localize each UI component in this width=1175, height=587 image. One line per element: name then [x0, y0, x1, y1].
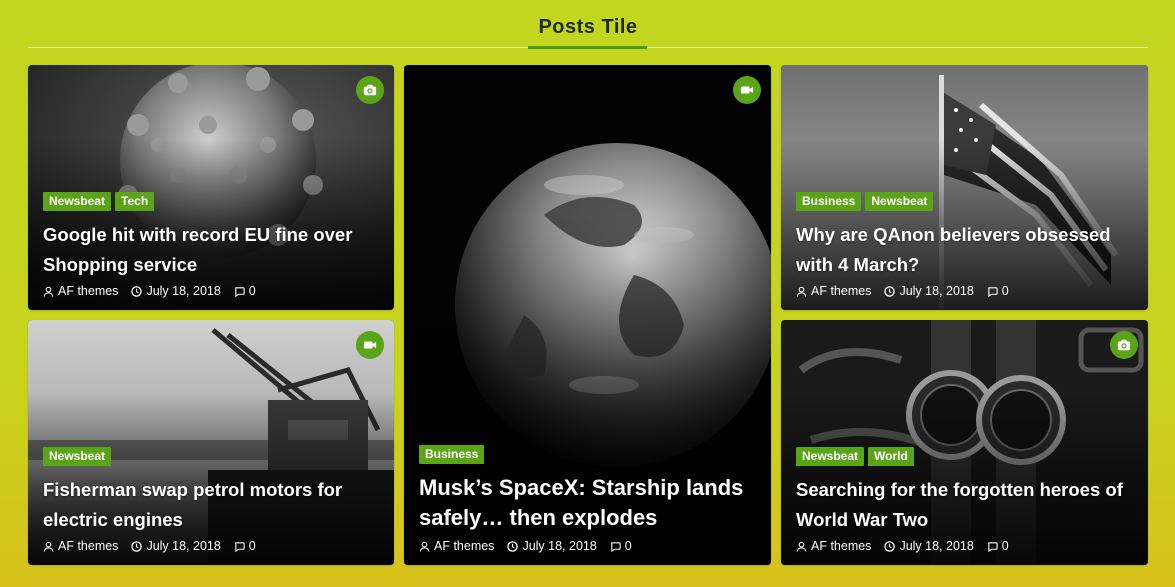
author-name[interactable]: AF themes — [434, 539, 494, 553]
comment-icon — [234, 541, 245, 552]
video-icon[interactable] — [733, 76, 761, 104]
post-author[interactable]: AF themes — [43, 284, 118, 298]
post-title[interactable]: Musk’s SpaceX: Starship lands safely… th… — [419, 473, 756, 533]
post-meta: AF themes July 18, 2018 0 — [419, 539, 756, 553]
post-meta: AF themes July 18, 2018 0 — [796, 284, 1133, 298]
post-meta: AF themes July 18, 2018 0 — [43, 539, 379, 553]
clock-icon — [131, 540, 143, 552]
post-comments[interactable]: 0 — [987, 539, 1009, 553]
post-meta: AF themes July 18, 2018 0 — [43, 284, 379, 298]
post-date: July 18, 2018 — [884, 539, 974, 553]
post-comments[interactable]: 0 — [234, 539, 256, 553]
comment-count: 0 — [248, 539, 256, 553]
comment-icon — [234, 286, 245, 297]
post-comments[interactable]: 0 — [987, 284, 1009, 298]
camera-icon[interactable] — [1110, 331, 1138, 359]
date-text: July 18, 2018 — [146, 539, 221, 553]
post-card-spacex[interactable]: Business Musk’s SpaceX: Starship lands s… — [404, 65, 771, 565]
category-list: Business — [419, 445, 756, 464]
post-card-google-fine[interactable]: Newsbeat Tech Google hit with record EU … — [28, 65, 394, 310]
post-author[interactable]: AF themes — [419, 539, 494, 553]
date-text: July 18, 2018 — [899, 284, 974, 298]
post-info: Business Musk’s SpaceX: Starship lands s… — [419, 445, 756, 553]
author-name[interactable]: AF themes — [58, 539, 118, 553]
video-icon[interactable] — [356, 331, 384, 359]
category-badge[interactable]: Newsbeat — [43, 192, 112, 211]
post-info: Business Newsbeat Why are QAnon believer… — [796, 192, 1133, 298]
date-text: July 18, 2018 — [146, 284, 221, 298]
date-text: July 18, 2018 — [522, 539, 597, 553]
post-card-forgotten-heroes[interactable]: Newsbeat World Searching for the forgott… — [781, 320, 1148, 565]
section-title: Posts Tile — [538, 16, 638, 38]
category-list: Newsbeat World — [796, 447, 1133, 466]
clock-icon — [884, 285, 896, 297]
post-author[interactable]: AF themes — [796, 539, 871, 553]
comment-icon — [987, 286, 998, 297]
category-badge[interactable]: Business — [796, 192, 862, 211]
comment-icon — [987, 541, 998, 552]
post-info: Newsbeat Fisherman swap petrol motors fo… — [43, 447, 379, 553]
category-badge[interactable]: Newsbeat — [43, 447, 112, 466]
user-icon — [796, 541, 807, 552]
post-date: July 18, 2018 — [131, 539, 221, 553]
post-title[interactable]: Searching for the forgotten heroes of Wo… — [796, 475, 1133, 535]
section-header: Posts Tile — [28, 0, 1148, 50]
clock-icon — [507, 540, 519, 552]
comment-icon — [610, 541, 621, 552]
post-title[interactable]: Google hit with record EU fine over Shop… — [43, 220, 379, 280]
section-title-underline — [528, 46, 647, 49]
post-date: July 18, 2018 — [507, 539, 597, 553]
post-date: July 18, 2018 — [884, 284, 974, 298]
category-list: Newsbeat Tech — [43, 192, 379, 211]
author-name[interactable]: AF themes — [58, 284, 118, 298]
user-icon — [43, 541, 54, 552]
user-icon — [43, 286, 54, 297]
clock-icon — [131, 285, 143, 297]
category-list: Newsbeat — [43, 447, 379, 466]
post-info: Newsbeat World Searching for the forgott… — [796, 447, 1133, 553]
post-date: July 18, 2018 — [131, 284, 221, 298]
post-meta: AF themes July 18, 2018 0 — [796, 539, 1133, 553]
author-name[interactable]: AF themes — [811, 284, 871, 298]
category-badge[interactable]: World — [868, 447, 914, 466]
comment-count: 0 — [1001, 539, 1009, 553]
post-title[interactable]: Fisherman swap petrol motors for electri… — [43, 475, 379, 535]
post-author[interactable]: AF themes — [43, 539, 118, 553]
user-icon — [796, 286, 807, 297]
category-badge[interactable]: Newsbeat — [865, 192, 934, 211]
comment-count: 0 — [624, 539, 632, 553]
author-name[interactable]: AF themes — [811, 539, 871, 553]
post-comments[interactable]: 0 — [234, 284, 256, 298]
post-info: Newsbeat Tech Google hit with record EU … — [43, 192, 379, 298]
camera-icon[interactable] — [356, 76, 384, 104]
category-badge[interactable]: Tech — [115, 192, 155, 211]
category-badge[interactable]: Newsbeat — [796, 447, 865, 466]
comment-count: 0 — [248, 284, 256, 298]
post-card-fisherman[interactable]: Newsbeat Fisherman swap petrol motors fo… — [28, 320, 394, 565]
category-list: Business Newsbeat — [796, 192, 1133, 211]
post-card-qanon[interactable]: Business Newsbeat Why are QAnon believer… — [781, 65, 1148, 310]
clock-icon — [884, 540, 896, 552]
comment-count: 0 — [1001, 284, 1009, 298]
user-icon — [419, 541, 430, 552]
post-title[interactable]: Why are QAnon believers obsessed with 4 … — [796, 220, 1133, 280]
posts-tile-section: Posts Tile Newsbeat Tech Google hit with… — [28, 0, 1148, 587]
date-text: July 18, 2018 — [899, 539, 974, 553]
category-badge[interactable]: Business — [419, 445, 485, 464]
post-comments[interactable]: 0 — [610, 539, 632, 553]
post-author[interactable]: AF themes — [796, 284, 871, 298]
